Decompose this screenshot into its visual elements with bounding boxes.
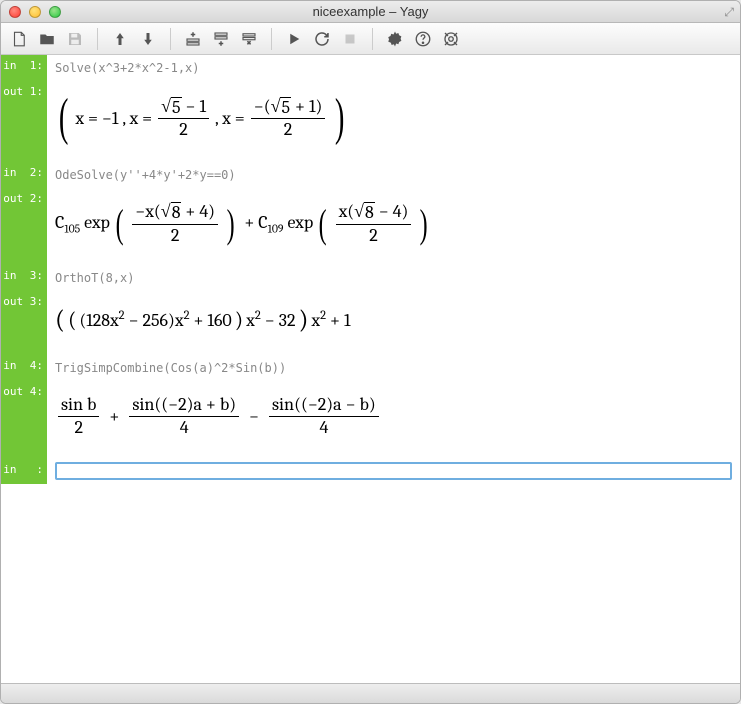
notebook-area: in 1: Solve(x^3+2*x^2-1,x) out 1: ( x = … — [1, 55, 740, 683]
cell-code[interactable]: TrigSimpCombine(Cos(a)^2*Sin(b)) — [47, 355, 740, 381]
run-button[interactable] — [282, 27, 306, 51]
cell-label: out 2: — [1, 188, 47, 266]
target-button[interactable] — [439, 27, 463, 51]
cell-label: out 4: — [1, 381, 47, 458]
cell-label: in 3: — [1, 265, 47, 291]
window-controls — [1, 6, 61, 18]
empty-area — [1, 484, 740, 683]
cell-code[interactable] — [47, 458, 740, 484]
close-icon[interactable] — [9, 6, 21, 18]
separator — [271, 28, 272, 50]
separator — [372, 28, 373, 50]
input-cell-4[interactable]: in 4: TrigSimpCombine(Cos(a)^2*Sin(b)) — [1, 355, 740, 381]
cell-output: C105 exp ( −x(√8 + 4)2 ) + C109 exp ( x(… — [47, 188, 740, 266]
input-cell-2[interactable]: in 2: OdeSolve(y''+4*y'+2*y==0) — [1, 162, 740, 188]
settings-button[interactable] — [383, 27, 407, 51]
move-up-button[interactable] — [108, 27, 132, 51]
current-input-cell[interactable]: in : — [1, 458, 740, 484]
insert-below-button[interactable] — [209, 27, 233, 51]
stop-button[interactable] — [338, 27, 362, 51]
cell-label: in 4: — [1, 355, 47, 381]
cell-label: out 1: — [1, 81, 47, 162]
cell-output: sin b2 + sin((−2)a + b)4 − sin((−2)a − b… — [47, 381, 740, 458]
input-cell-3[interactable]: in 3: OrthoT(8,x) — [1, 265, 740, 291]
separator — [170, 28, 171, 50]
save-button[interactable] — [63, 27, 87, 51]
titlebar[interactable]: niceexample – Yagy ⤢ — [1, 1, 740, 23]
move-down-button[interactable] — [136, 27, 160, 51]
cell-label: out 3: — [1, 291, 47, 355]
new-button[interactable] — [7, 27, 31, 51]
toolbar — [1, 23, 740, 55]
cell-label: in : — [1, 458, 47, 484]
resize-icon[interactable]: ⤢ — [724, 5, 734, 20]
output-cell-2: out 2: C105 exp ( −x(√8 + 4)2 ) + C109 e… — [1, 188, 740, 266]
cell-code[interactable]: OdeSolve(y''+4*y'+2*y==0) — [47, 162, 740, 188]
reload-button[interactable] — [310, 27, 334, 51]
cell-label: in 2: — [1, 162, 47, 188]
delete-cell-button[interactable] — [237, 27, 261, 51]
input-cell-1[interactable]: in 1: Solve(x^3+2*x^2-1,x) — [1, 55, 740, 81]
open-button[interactable] — [35, 27, 59, 51]
cell-output: (((128x2 − 256)x2 + 160)x2 − 32)x2 + 1 — [47, 291, 740, 355]
cell-output: ( x = −1 , x = √5 − 12 , x = −(√5 + 1)2 … — [47, 81, 740, 162]
zoom-icon[interactable] — [49, 6, 61, 18]
minimize-icon[interactable] — [29, 6, 41, 18]
help-button[interactable] — [411, 27, 435, 51]
separator — [97, 28, 98, 50]
insert-above-button[interactable] — [181, 27, 205, 51]
code-input[interactable] — [55, 462, 732, 480]
output-cell-4: out 4: sin b2 + sin((−2)a + b)4 − sin((−… — [1, 381, 740, 458]
status-bar — [1, 683, 740, 703]
output-cell-1: out 1: ( x = −1 , x = √5 − 12 , x = −(√5… — [1, 81, 740, 162]
app-window: niceexample – Yagy ⤢ — [0, 0, 741, 704]
window-title: niceexample – Yagy — [1, 4, 740, 19]
cell-label: in 1: — [1, 55, 47, 81]
cell-code[interactable]: Solve(x^3+2*x^2-1,x) — [47, 55, 740, 81]
cell-code[interactable]: OrthoT(8,x) — [47, 265, 740, 291]
output-cell-3: out 3: (((128x2 − 256)x2 + 160)x2 − 32)x… — [1, 291, 740, 355]
